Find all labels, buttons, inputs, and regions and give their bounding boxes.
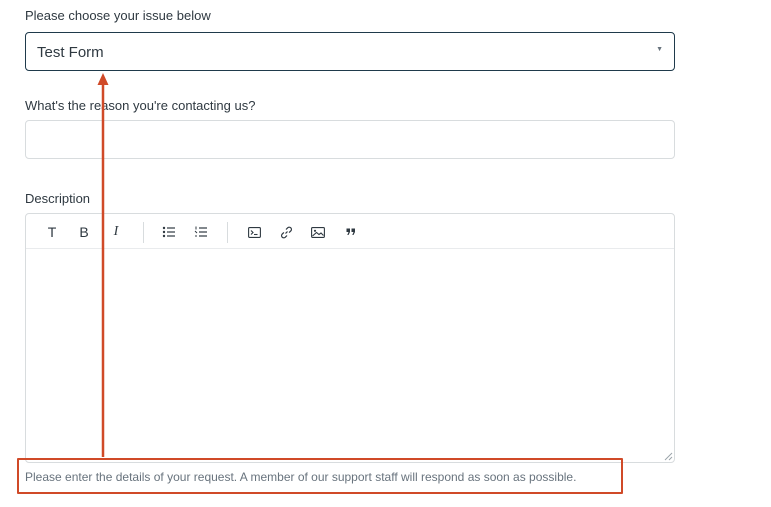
link-icon[interactable] <box>277 223 295 241</box>
bullet-list-icon[interactable] <box>160 223 178 241</box>
description-editor[interactable]: T B I <box>25 213 675 463</box>
code-block-icon[interactable] <box>245 223 263 241</box>
issue-select[interactable]: Test Form ▼ <box>25 32 675 71</box>
reason-input-label: What's the reason you're contacting us? <box>25 98 256 113</box>
description-label: Description <box>25 191 91 206</box>
issue-select-value: Test Form <box>37 44 104 61</box>
toolbar-divider <box>227 222 228 243</box>
annotation-highlight-box <box>17 458 623 494</box>
bold-button[interactable]: B <box>75 223 93 241</box>
text-format-button[interactable]: T <box>43 223 61 241</box>
resize-handle-icon[interactable] <box>664 452 673 461</box>
chevron-down-icon: ▼ <box>656 46 663 53</box>
editor-toolbar: T B I <box>26 214 674 249</box>
italic-button[interactable]: I <box>107 223 125 241</box>
numbered-list-icon[interactable] <box>192 223 210 241</box>
issue-select-label: Please choose your issue below <box>25 8 211 23</box>
quote-icon[interactable] <box>342 223 360 241</box>
image-icon[interactable] <box>309 223 327 241</box>
reason-input[interactable] <box>25 120 675 159</box>
toolbar-divider <box>143 222 144 243</box>
